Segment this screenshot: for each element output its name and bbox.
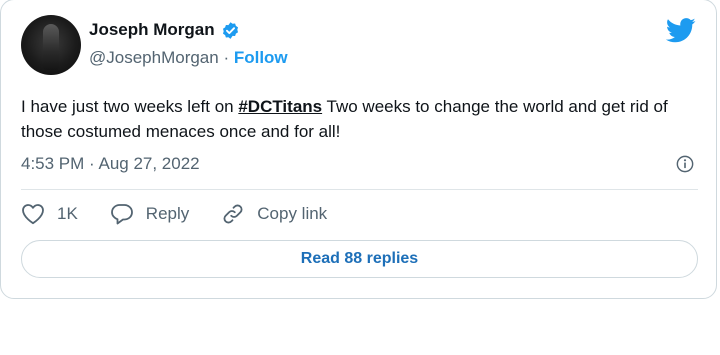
- info-icon[interactable]: [676, 155, 694, 178]
- verified-badge-icon: [221, 21, 240, 40]
- avatar-figure: [43, 24, 59, 70]
- tweet-text: I have just two weeks left on #DCTitans …: [21, 94, 691, 144]
- action-bar: 1K Reply Copy link: [21, 202, 359, 226]
- read-replies-button[interactable]: Read 88 replies: [21, 240, 698, 278]
- handle-separator: ·: [218, 48, 234, 67]
- like-button[interactable]: 1K: [21, 203, 78, 225]
- author-name[interactable]: Joseph Morgan: [89, 20, 215, 40]
- author-handle[interactable]: @JosephMorgan: [89, 48, 219, 67]
- heart-icon: [21, 203, 45, 225]
- reply-label: Reply: [145, 204, 190, 223]
- twitter-bird-icon[interactable]: [665, 18, 696, 48]
- avatar[interactable]: [21, 15, 81, 75]
- reply-button[interactable]: Reply: [110, 203, 189, 225]
- divider: [21, 189, 698, 190]
- tweet-card: Joseph Morgan @JosephMorgan · Follow I h…: [0, 0, 717, 299]
- tweet-timestamp[interactable]: 4:53 PM · Aug 27, 2022: [21, 154, 200, 174]
- tweet-text-before: I have just two weeks left on: [21, 97, 239, 116]
- follow-button[interactable]: Follow: [234, 48, 288, 67]
- author-handle-row: @JosephMorgan · Follow: [89, 48, 288, 68]
- speech-bubble-icon: [110, 203, 134, 225]
- hashtag-link[interactable]: #DCTitans: [238, 97, 322, 116]
- copy-link-button[interactable]: Copy link: [221, 202, 327, 226]
- author-name-row: Joseph Morgan: [89, 20, 240, 40]
- like-count: 1K: [57, 204, 78, 223]
- copy-link-label: Copy link: [257, 204, 328, 223]
- link-icon: [221, 202, 245, 226]
